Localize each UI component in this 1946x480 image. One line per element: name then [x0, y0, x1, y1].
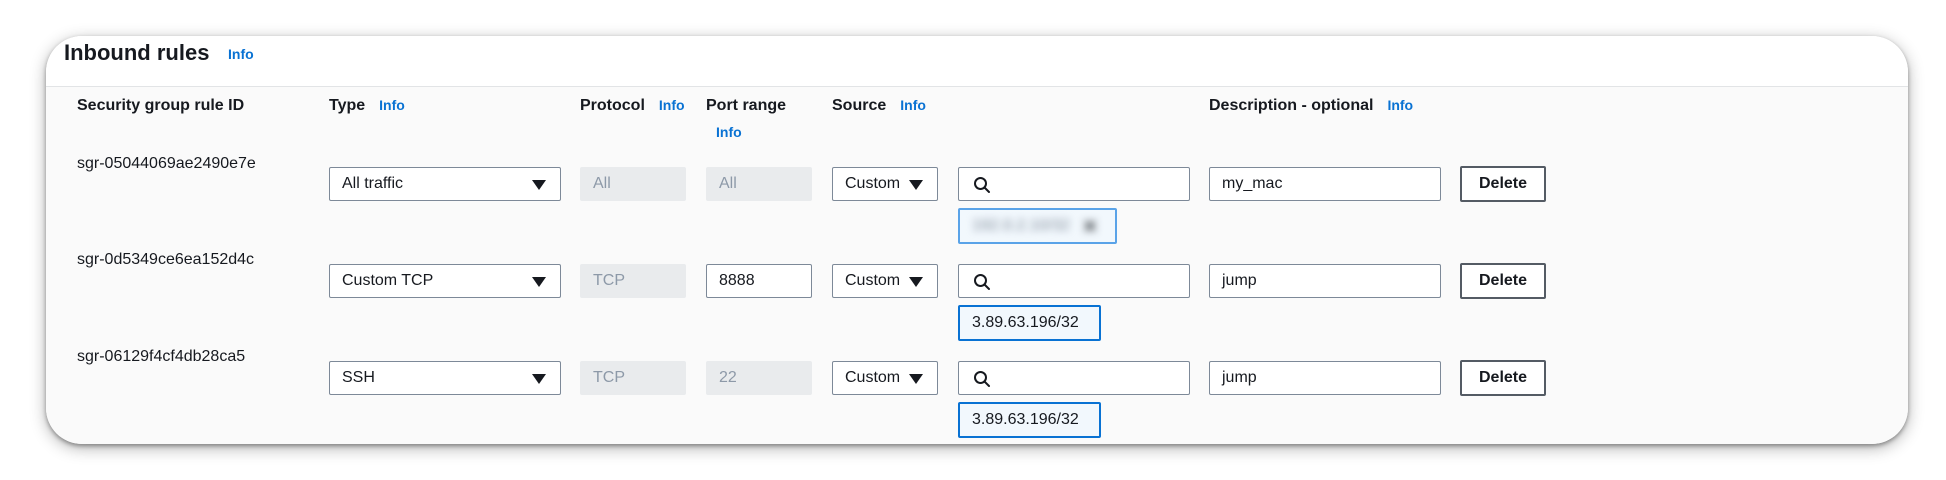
caret-down-icon [909, 277, 923, 287]
select-value: All traffic [342, 175, 404, 192]
source-info-link[interactable]: Info [900, 97, 926, 113]
type-select[interactable]: Custom TCP [329, 264, 561, 298]
select-value: Custom [845, 369, 901, 386]
protocol-field: All [580, 167, 686, 201]
protocol-field: TCP [580, 361, 686, 395]
source-select[interactable]: Custom [832, 167, 938, 201]
caret-down-icon [532, 180, 546, 190]
type-select[interactable]: SSH [329, 361, 561, 395]
column-label: Description - optional [1209, 97, 1374, 114]
description-input[interactable]: jump [1209, 361, 1441, 395]
column-header-type: Type Info [329, 97, 405, 115]
source-token[interactable]: 192.0.2.10/32 [958, 208, 1117, 244]
port-range-input[interactable]: 8888 [706, 264, 812, 298]
source-token[interactable]: 3.89.63.196/32 [958, 305, 1101, 341]
type-select[interactable]: All traffic [329, 167, 561, 201]
source-select[interactable]: Custom [832, 264, 938, 298]
port-range-info-link[interactable]: Info [716, 124, 742, 140]
section-title: Inbound rules [64, 40, 210, 65]
source-search-input[interactable] [958, 167, 1190, 201]
input-value: my_mac [1222, 175, 1283, 192]
search-icon [974, 371, 990, 387]
column-header-description: Description - optional Info [1209, 97, 1413, 115]
token-value: 192.0.2.10/32 [972, 217, 1070, 234]
source-token[interactable]: 3.89.63.196/32 [958, 402, 1101, 438]
column-header-rule-id: Security group rule ID [77, 97, 244, 115]
select-value: Custom TCP [342, 272, 434, 289]
description-input[interactable]: my_mac [1209, 167, 1441, 201]
description-input[interactable]: jump [1209, 264, 1441, 298]
delete-button[interactable]: Delete [1460, 360, 1546, 396]
field-value: 22 [719, 369, 737, 386]
rule-id: sgr-05044069ae2490e7e [77, 155, 256, 172]
token-value: 3.89.63.196/32 [972, 411, 1079, 428]
protocol-field: TCP [580, 264, 686, 298]
rules-table: Security group rule ID Type Info Protocol… [46, 87, 1908, 444]
column-label: Port range [706, 97, 787, 114]
column-header-source: Source Info [832, 97, 926, 115]
search-icon [974, 177, 990, 193]
section-info-link[interactable]: Info [228, 46, 254, 62]
security-group-window: Inbound rules Info Security group rule I… [46, 36, 1908, 444]
select-value: Custom [845, 272, 901, 289]
column-label: Security group rule ID [77, 97, 245, 114]
column-label: Protocol [580, 97, 645, 114]
rule-id: sgr-06129f4cf4db28ca5 [77, 348, 246, 365]
column-header-port-range: Port range [706, 97, 786, 115]
field-value: TCP [593, 272, 625, 289]
input-value: 8888 [719, 272, 755, 289]
column-header-protocol: Protocol Info [580, 97, 685, 115]
source-search-input[interactable] [958, 264, 1190, 298]
caret-down-icon [909, 374, 923, 384]
column-label: Source [832, 97, 887, 114]
protocol-info-link[interactable]: Info [659, 97, 685, 113]
select-value: SSH [342, 369, 375, 386]
select-value: Custom [845, 175, 901, 192]
section-header: Inbound rules Info [46, 36, 1908, 87]
token-value: 3.89.63.196/32 [972, 314, 1079, 331]
type-info-link[interactable]: Info [379, 97, 405, 113]
search-icon [974, 274, 990, 290]
rule-id: sgr-0d5349ce6ea152d4c [77, 251, 255, 268]
column-label: Type [329, 97, 366, 114]
source-select[interactable]: Custom [832, 361, 938, 395]
input-value: jump [1222, 369, 1257, 386]
port-range-field: 22 [706, 361, 812, 395]
input-value: jump [1222, 272, 1257, 289]
delete-button[interactable]: Delete [1460, 166, 1546, 202]
delete-button[interactable]: Delete [1460, 263, 1546, 299]
field-value: All [593, 175, 611, 192]
port-range-field: All [706, 167, 812, 201]
caret-down-icon [532, 374, 546, 384]
caret-down-icon [532, 277, 546, 287]
close-icon[interactable] [1082, 218, 1098, 234]
field-value: TCP [593, 369, 625, 386]
caret-down-icon [909, 180, 923, 190]
field-value: All [719, 175, 737, 192]
description-info-link[interactable]: Info [1387, 97, 1413, 113]
source-search-input[interactable] [958, 361, 1190, 395]
